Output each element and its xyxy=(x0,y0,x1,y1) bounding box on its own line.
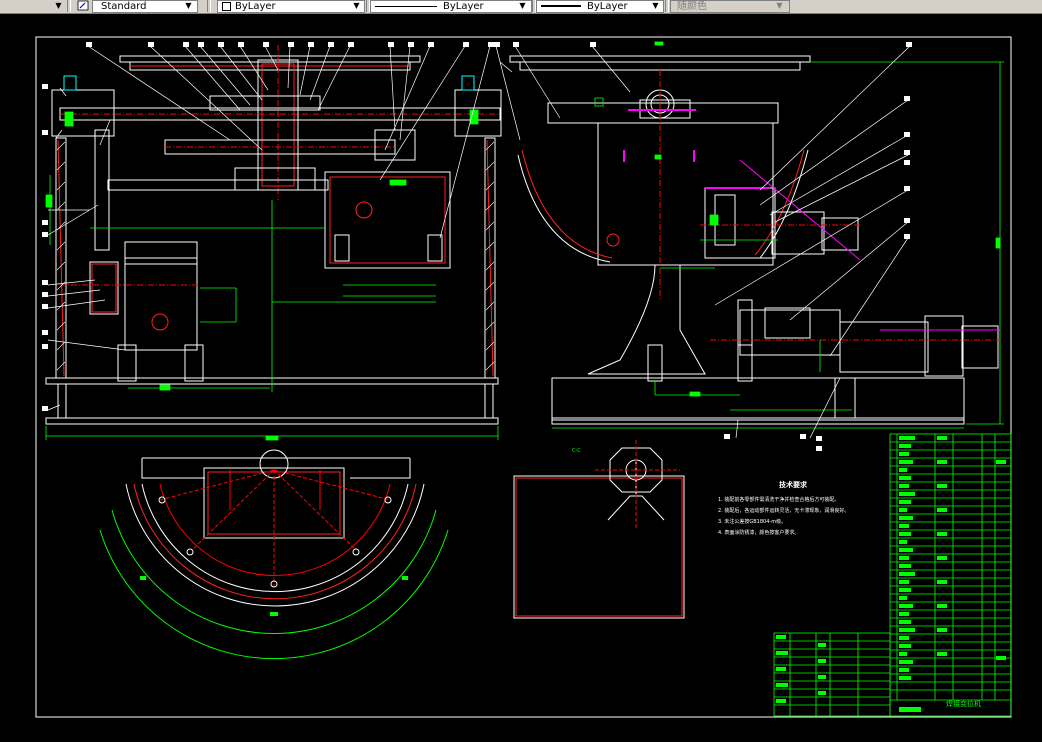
lineweight-preview xyxy=(541,5,581,7)
section-cc-view xyxy=(513,440,685,619)
lineweight-value: ByLayer xyxy=(587,1,628,12)
chevron-down-icon[interactable]: ▼ xyxy=(650,0,661,11)
text-style-icon xyxy=(77,0,89,11)
chevron-down-icon[interactable]: ▼ xyxy=(351,0,362,11)
drawing-frame xyxy=(35,36,1012,718)
tech-notes-title: 技术要求 xyxy=(779,481,807,489)
plot-style-value: 随颜色 xyxy=(677,1,707,12)
parts-list-entries xyxy=(776,436,1006,712)
color-swatch-icon xyxy=(222,2,231,11)
layer-select[interactable]: ByLayer xyxy=(217,0,365,13)
tech-note: 1. 装配前各零部件需清洗干净并检查合格后方可装配。 xyxy=(718,497,840,503)
linetype-select[interactable]: ByLayer xyxy=(370,0,532,13)
side-view-dimensions xyxy=(552,41,1004,429)
chevron-down-icon: ▼ xyxy=(776,1,783,10)
tech-note: 4. 表面涂防锈漆，颜色按客户要求。 xyxy=(718,530,800,536)
linetype-value: ByLayer xyxy=(443,1,484,12)
front-view xyxy=(45,45,502,425)
tech-note: 2. 装配后，各运动部件运转灵活，无卡滞现象，润滑良好。 xyxy=(718,508,850,514)
section-cc-label: C-C xyxy=(572,448,581,454)
front-view-balloons xyxy=(42,42,494,411)
tech-note: 3. 未注公差按GB1804-m级。 xyxy=(718,519,787,525)
dropdown-arrow-icon[interactable]: ▼ xyxy=(53,0,64,11)
side-view-leaders xyxy=(495,45,911,439)
front-view-dimensions xyxy=(45,109,499,441)
lineweight-select[interactable]: ByLayer xyxy=(536,0,664,13)
drawing-canvas[interactable]: C-C 焊接变位机 xyxy=(0,14,1042,738)
properties-toolbar: ▼ Standard ▼ ByLayer ▼ ByLayer ▼ ByLayer… xyxy=(0,0,1042,14)
parts-list-table xyxy=(773,433,1012,717)
text-style-value: Standard xyxy=(101,1,147,12)
toolbar-separator xyxy=(67,0,71,12)
title-block-name: 焊接变位机 xyxy=(946,699,981,708)
toolbar-separator xyxy=(665,0,669,12)
chevron-down-icon[interactable]: ▼ xyxy=(183,0,194,11)
plot-style-select: 随颜色 xyxy=(670,0,790,13)
linetype-preview xyxy=(375,5,437,7)
cradle-section-view xyxy=(99,449,449,660)
chevron-down-icon[interactable]: ▼ xyxy=(517,0,528,11)
toolbar-separator xyxy=(207,0,211,12)
layer-value: ByLayer xyxy=(235,1,276,12)
technical-requirements: 技术要求 1. 装配前各零部件需清洗干净并检查合格后方可装配。 2. 装配后，各… xyxy=(718,480,868,539)
